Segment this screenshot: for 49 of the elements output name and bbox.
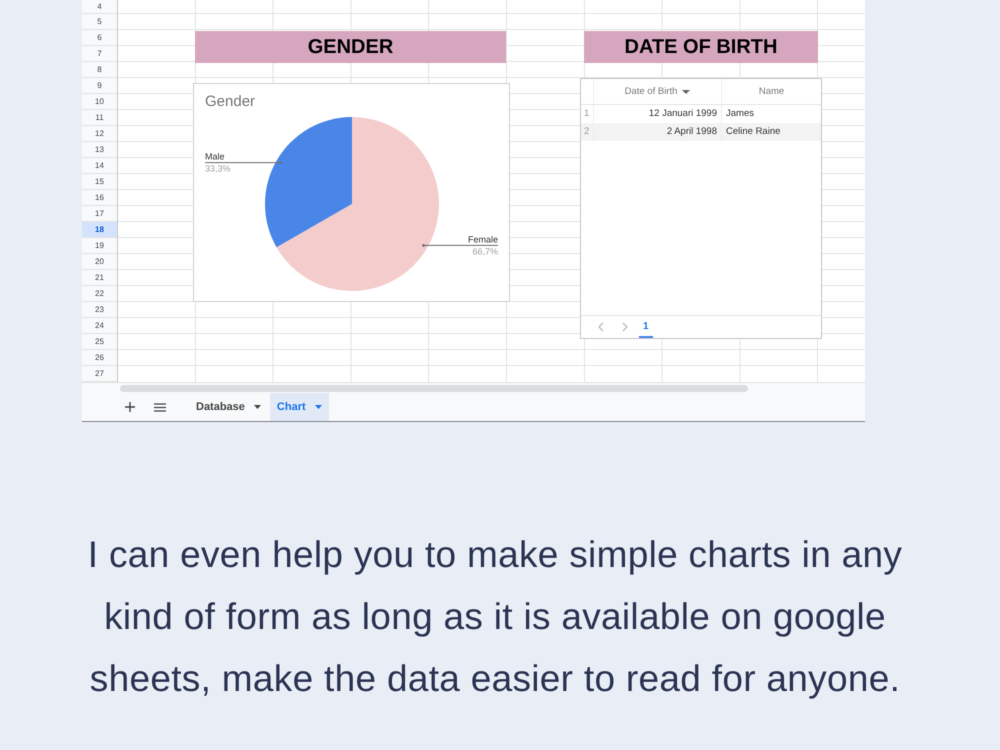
- sort-caret-icon: [682, 90, 690, 94]
- row-number[interactable]: 11: [82, 110, 117, 126]
- row-number[interactable]: 19: [82, 238, 117, 254]
- row-number[interactable]: 4: [82, 0, 117, 14]
- slice-percent-label: 66,7%: [472, 246, 498, 256]
- slice-label: Female: [468, 234, 498, 244]
- chart-title: Gender: [205, 93, 256, 110]
- row-number[interactable]: 8: [82, 62, 117, 78]
- row-number[interactable]: 5: [82, 14, 117, 30]
- section-header: DATE OF BIRTH: [584, 31, 818, 63]
- menu-icon: [154, 402, 166, 412]
- row-number[interactable]: 25: [82, 334, 117, 350]
- chevron-right-icon[interactable]: [622, 322, 628, 332]
- row-number[interactable]: 23: [82, 302, 117, 318]
- row-number[interactable]: 26: [82, 350, 117, 366]
- row-number[interactable]: 24: [82, 318, 117, 334]
- table-cell-text: James: [725, 107, 755, 121]
- column-header[interactable]: Name: [722, 79, 821, 104]
- row-number[interactable]: 18: [82, 222, 117, 238]
- add-sheet-button[interactable]: [122, 399, 138, 415]
- caret-icon: [314, 405, 322, 409]
- row-number[interactable]: 6: [82, 30, 117, 46]
- chevron-left-icon[interactable]: [598, 322, 604, 332]
- row-number[interactable]: 27: [82, 366, 117, 382]
- plus-icon: [125, 402, 135, 412]
- caption-text: I can even help you to make simple charts in any kind of form as long as it is available on google sheets, make the data easier to read for anyone.: [86, 533, 904, 701]
- row-number[interactable]: 12: [82, 126, 117, 142]
- row-number[interactable]: 15: [82, 174, 117, 190]
- table-cell-text: Celine Raine: [725, 125, 782, 139]
- section-header: GENDER: [195, 31, 506, 63]
- scrollbar-thumb[interactable]: [120, 384, 748, 392]
- row-number[interactable]: 22: [82, 286, 117, 302]
- row-number[interactable]: 20: [82, 254, 117, 270]
- sheet-tab[interactable]: Chart: [270, 393, 329, 421]
- column-header[interactable]: Date of Birth: [594, 79, 722, 104]
- row-number[interactable]: 10: [82, 94, 117, 110]
- row-number[interactable]: 14: [82, 158, 117, 174]
- row-number[interactable]: 21: [82, 270, 117, 286]
- sheet-tab[interactable]: Database: [189, 393, 268, 421]
- page-number[interactable]: 1: [639, 316, 653, 338]
- row-number[interactable]: 9: [82, 78, 117, 94]
- slice-label: Male: [205, 152, 225, 162]
- row-number[interactable]: 13: [82, 142, 117, 158]
- slice-percent-label: 33,3%: [205, 164, 231, 174]
- row-number: 2: [581, 123, 594, 141]
- table-cell: 2 April 1998: [594, 123, 722, 141]
- row-number[interactable]: 7: [82, 46, 117, 62]
- caret-icon: [254, 405, 261, 409]
- row-number[interactable]: 16: [82, 190, 117, 206]
